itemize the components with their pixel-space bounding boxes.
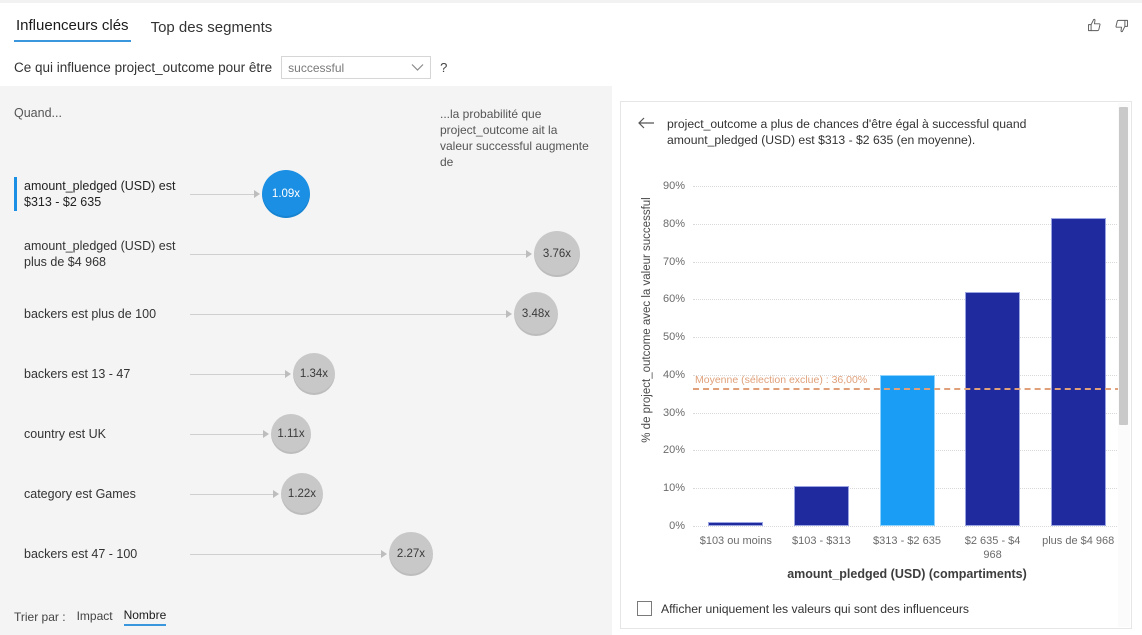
chart-bar[interactable] [965, 291, 1021, 526]
chart-gridline [693, 526, 1121, 527]
y-axis-tick-label: 70% [662, 255, 685, 268]
y-axis-tick-label: 90% [662, 180, 685, 192]
chart-bar[interactable] [879, 374, 935, 526]
average-reference-line [693, 388, 1121, 390]
chart-bar[interactable] [708, 522, 764, 526]
chart-bar[interactable] [793, 486, 849, 526]
influencers-only-checkbox[interactable] [637, 601, 652, 616]
x-axis-tick-label: $313 - $2 635 [873, 535, 941, 547]
influencer-value-bubble[interactable]: 2.27x [389, 532, 433, 576]
influencer-row[interactable]: amount_pledged (USD) est $313 - $2 635 1.… [0, 164, 612, 224]
feedback-actions [1086, 17, 1130, 34]
sort-label: Trier par : [14, 610, 66, 624]
influencer-row[interactable]: amount_pledged (USD) est plus de $4 968 3… [0, 224, 612, 284]
influencer-row-label: country est UK [24, 427, 106, 441]
outcome-value-text: successful [288, 60, 345, 75]
influencer-connector-line [190, 194, 254, 195]
influencer-row-label: category est Games [24, 487, 136, 501]
y-axis-tick-label: 40% [662, 368, 685, 381]
influencer-row-label: amount_pledged (USD) est plus de $4 968 [24, 239, 176, 269]
influencer-row-label: backers est 13 - 47 [24, 367, 131, 381]
x-axis-tick-label: $103 - $313 [792, 535, 851, 547]
influencer-connector-line [190, 374, 285, 375]
y-axis-title: % de project_outcome avec la valeur succ… [641, 197, 653, 443]
influencer-connector-line [190, 554, 381, 555]
influencer-row-label: amount_pledged (USD) est $313 - $2 635 [24, 179, 176, 209]
influencer-value-bubble[interactable]: 1.09x [262, 170, 310, 218]
column-header-when: Quand... [14, 106, 62, 120]
connector-arrow-icon [506, 310, 512, 318]
influencer-value-bubble[interactable]: 1.11x [271, 414, 311, 454]
top-header: Influenceurs clés Top des segments Ce qu… [0, 0, 1142, 86]
chart-bar[interactable] [1050, 218, 1106, 526]
influencer-row[interactable]: category est Games 1.22x [0, 464, 612, 524]
connector-arrow-icon [254, 190, 260, 198]
y-axis-tick-label: 30% [662, 406, 685, 419]
influencer-connector-line [190, 254, 526, 255]
question-row: Ce qui influence project_outcome pour êt… [14, 56, 447, 79]
influencer-row[interactable]: backers est 47 - 100 2.27x [0, 524, 612, 584]
outcome-value-select[interactable]: successful [281, 56, 432, 79]
influencer-connector-line [190, 314, 506, 315]
influencer-rows: amount_pledged (USD) est $313 - $2 635 1.… [0, 164, 612, 584]
x-axis-tick-label: $103 ou moins [699, 535, 772, 547]
influencer-row-label: backers est 47 - 100 [24, 547, 138, 561]
influencers-only-row: Afficher uniquement les valeurs qui sont… [637, 601, 969, 616]
y-axis-tick-label: 20% [662, 444, 685, 457]
back-arrow-icon[interactable] [637, 116, 655, 135]
influencer-connector-line [190, 494, 273, 495]
chevron-down-icon [411, 61, 424, 75]
question-label: Ce qui influence project_outcome pour êt… [14, 60, 273, 75]
influencer-row[interactable]: country est UK 1.11x [0, 404, 612, 464]
panel-scrollbar-thumb[interactable] [1119, 107, 1128, 425]
y-axis-tick-label: 80% [662, 217, 685, 230]
thumbs-up-icon[interactable] [1086, 17, 1103, 34]
detail-chart-panel: project_outcome a plus de chances d'être… [620, 101, 1132, 629]
sort-bar: Trier par : Impact Nombre [0, 599, 612, 635]
column-header-probability: ...la probabilité que project_outcome ai… [440, 107, 589, 169]
connector-arrow-icon [381, 550, 387, 558]
influencer-row-label: backers est plus de 100 [24, 307, 157, 321]
row-selection-indicator [14, 177, 17, 211]
key-influencers-panel: Quand... ...la probabilité que project_o… [0, 86, 612, 635]
influencer-connector-line [190, 434, 263, 435]
connector-arrow-icon [526, 250, 532, 258]
sort-option-impact[interactable]: Impact [77, 609, 113, 625]
y-axis-tick-label: 0% [669, 520, 685, 532]
connector-arrow-icon [273, 490, 279, 498]
tab-bar: Influenceurs clés Top des segments [14, 17, 274, 42]
x-axis-tick-label: $2 635 - $4 968 [964, 535, 1021, 561]
chart-plot-area: Moyenne (sélection exclue) : 36,00% [693, 186, 1121, 526]
influencer-value-bubble[interactable]: 3.48x [514, 292, 558, 336]
influencers-only-label: Afficher uniquement les valeurs qui sont… [661, 601, 970, 616]
panel-scrollbar-track[interactable] [1118, 103, 1130, 627]
y-axis-tick-label: 50% [662, 331, 685, 344]
influencer-value-bubble[interactable]: 1.22x [281, 473, 323, 515]
chart-title: project_outcome a plus de chances d'être… [667, 117, 1027, 147]
y-axis-tick-label: 60% [662, 293, 685, 306]
help-icon[interactable]: ? [440, 60, 447, 75]
sort-option-nombre[interactable]: Nombre [123, 608, 167, 626]
x-axis-title: amount_pledged (USD) (compartiments) [787, 567, 1027, 581]
connector-arrow-icon [263, 430, 269, 438]
connector-arrow-icon [285, 370, 291, 378]
bar-chart: % de project_outcome avec la valeur succ… [621, 164, 1131, 594]
influencer-row[interactable]: backers est plus de 100 3.48x [0, 284, 612, 344]
thumbs-down-icon[interactable] [1113, 17, 1130, 34]
influencer-value-bubble[interactable]: 1.34x [293, 353, 335, 395]
average-reference-label: Moyenne (sélection exclue) : 36,00% [695, 374, 868, 386]
influencer-value-bubble[interactable]: 3.76x [534, 231, 580, 277]
y-axis-tick-label: 10% [662, 482, 685, 495]
tab-influenceurs-cles[interactable]: Influenceurs clés [14, 17, 131, 42]
x-axis-tick-label: plus de $4 968 [1042, 535, 1115, 547]
influencer-row[interactable]: backers est 13 - 47 1.34x [0, 344, 612, 404]
tab-top-des-segments[interactable]: Top des segments [149, 19, 275, 42]
